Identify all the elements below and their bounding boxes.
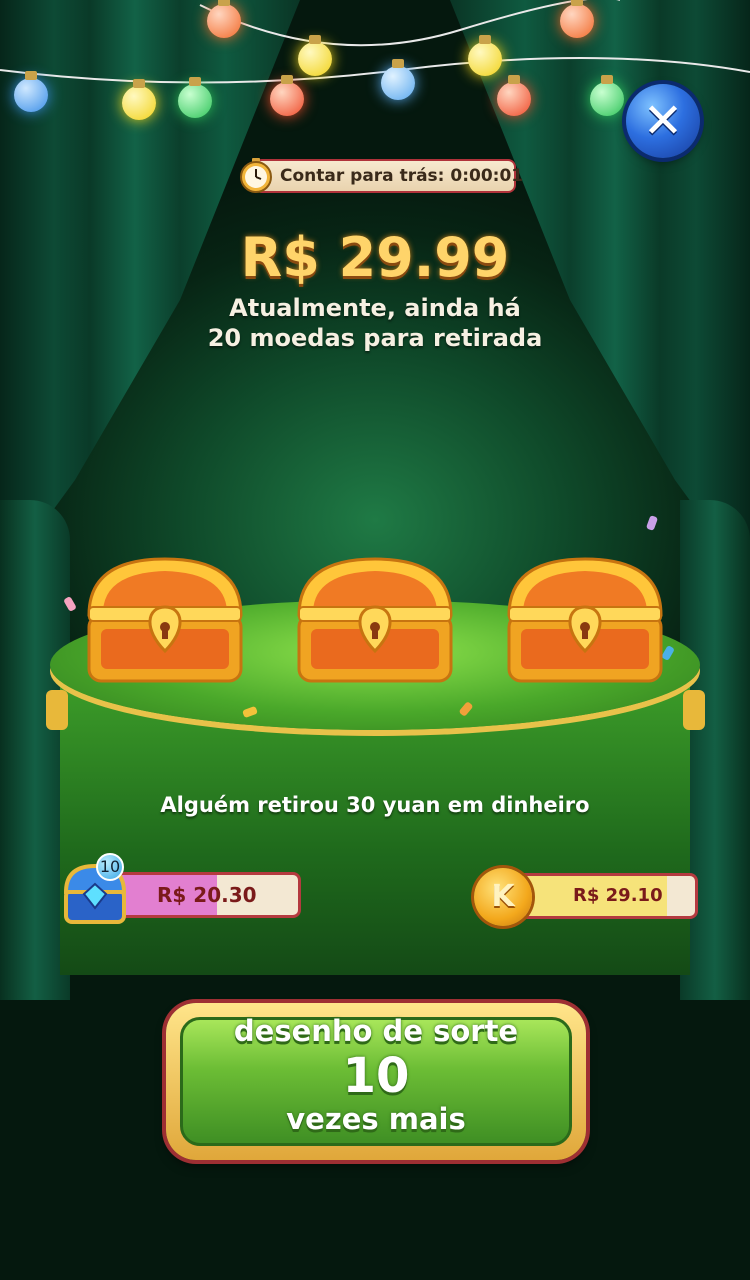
right-curtain-drape [680, 500, 750, 1000]
draw-button-line2: vezes mais [286, 1102, 466, 1136]
treasure-chest-2[interactable] [295, 555, 455, 685]
draw-button-count: 10 [342, 1048, 410, 1104]
treasure-chest-3[interactable] [505, 555, 665, 685]
table-edge-right [683, 690, 705, 730]
draw-button-line1: desenho de sorte [233, 1014, 519, 1048]
gem-count-badge: 10 [96, 853, 124, 881]
treasure-chest-1[interactable] [85, 555, 245, 685]
bulb-icon [497, 75, 531, 116]
close-button[interactable]: ✕ [626, 84, 700, 158]
reward-notice-line1: Atualmente, ainda há [229, 294, 521, 322]
bulb-icon [270, 75, 304, 116]
reward-notice-line2: 20 moedas para retirada [207, 324, 543, 352]
gem-progress-value: R$ 20.30 [157, 883, 257, 907]
bulb-icon [468, 35, 502, 76]
bulb-icon [381, 59, 415, 100]
close-icon: ✕ [642, 93, 684, 149]
countdown-timer: Contar para trás: 0:00:01 [238, 157, 524, 195]
countdown-label: Contar para trás: 0:00:01 [280, 166, 524, 186]
coin-progress-value: R$ 29.10 [573, 885, 663, 906]
bulb-icon [14, 71, 48, 112]
lucky-draw-button[interactable]: desenho de sorte 10 vezes mais [166, 1003, 586, 1160]
bulb-icon [178, 77, 212, 118]
game-screen: ✕ Contar para trás: 0:00:01 R$ 29.99 Atu… [0, 0, 750, 1280]
bulb-icon [590, 75, 624, 116]
k-coin-icon: K [474, 868, 532, 926]
bulb-icon [560, 0, 594, 38]
bulb-icon [207, 0, 241, 38]
table-edge-left [46, 690, 68, 730]
withdrawal-announcement: Alguém retirou 30 yuan em dinheiro [160, 793, 590, 817]
bulb-icon [298, 35, 332, 76]
stopwatch-icon [240, 158, 272, 193]
confetti-icon [645, 515, 659, 531]
reward-amount: R$ 29.99 [240, 226, 510, 289]
gem-progress-bar: R$ 20.30 [116, 872, 301, 918]
bulb-icon [122, 79, 156, 120]
